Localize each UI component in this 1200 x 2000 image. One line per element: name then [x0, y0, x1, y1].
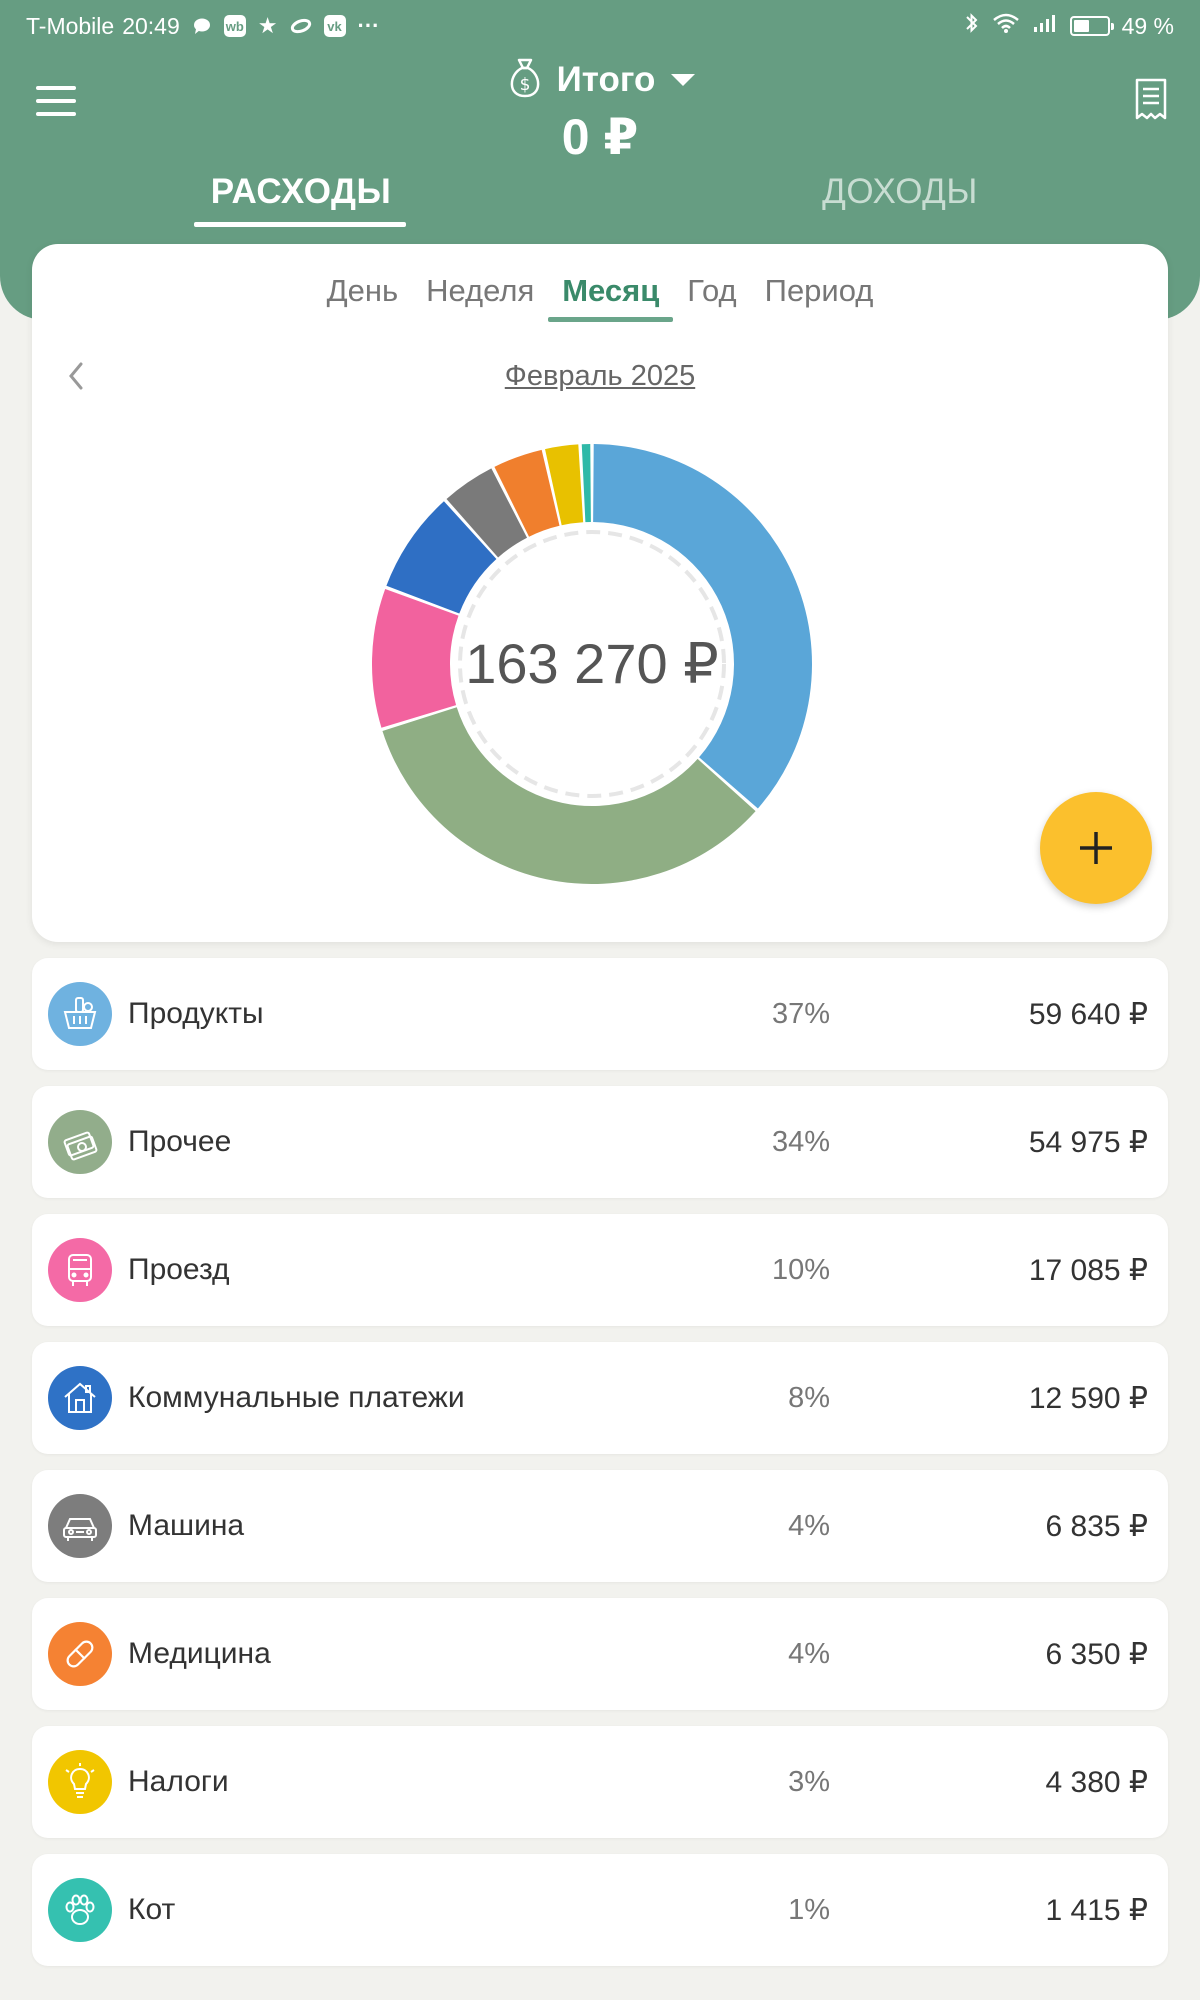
category-name: Продукты [128, 997, 264, 1030]
tab-income[interactable]: ДОХОДЫ [795, 172, 1005, 212]
money-bag-icon: $ [505, 56, 545, 105]
vk-app-icon: vk [323, 15, 346, 37]
chart-card: День Неделя Месяц Год Период Февраль 202… [32, 244, 1168, 942]
lightbulb-icon [48, 1750, 112, 1814]
battery-percent: 49 % [1121, 12, 1174, 39]
category-percent: 3% [788, 1765, 830, 1798]
star-icon: ★ [257, 13, 278, 38]
chat-bubble-icon [192, 15, 212, 37]
house-icon [48, 1366, 112, 1430]
category-name: Прочее [128, 1125, 232, 1158]
category-percent: 37% [771, 997, 830, 1030]
car-icon [48, 1494, 112, 1558]
balance-amount: 0 ₽ [561, 109, 639, 165]
period-tab-day[interactable]: День [313, 274, 413, 322]
category-percent: 4% [788, 1637, 830, 1670]
category-name: Налоги [128, 1765, 229, 1798]
period-tab-year[interactable]: Год [673, 274, 750, 322]
category-amount: 6 350 ₽ [1045, 1637, 1149, 1671]
receipt-icon[interactable] [1134, 78, 1168, 122]
wb-app-icon: wb [223, 15, 246, 37]
battery-fill [1073, 20, 1090, 32]
category-name: Кот [128, 1893, 176, 1926]
wifi-icon [992, 12, 1020, 40]
category-percent: 10% [771, 1253, 830, 1286]
ring-icon [290, 15, 312, 37]
bus-icon [48, 1238, 112, 1302]
category-amount: 6 835 ₽ [1045, 1509, 1149, 1543]
basket-icon [48, 982, 112, 1046]
category-amount: 12 590 ₽ [1028, 1381, 1148, 1415]
money-icon [48, 1110, 112, 1174]
period-tabs: День Неделя Месяц Год Период [32, 274, 1168, 324]
paw-icon [48, 1878, 112, 1942]
category-amount: 4 380 ₽ [1045, 1765, 1149, 1799]
category-name: Машина [128, 1509, 245, 1542]
category-amount: 54 975 ₽ [1028, 1125, 1148, 1159]
category-percent: 34% [771, 1125, 830, 1158]
period-tab-custom[interactable]: Период [751, 274, 888, 322]
category-amount: 17 085 ₽ [1028, 1253, 1148, 1287]
chevron-down-icon [671, 74, 696, 86]
clock: 20:49 [122, 12, 180, 39]
category-row[interactable]: Проезд 10% 17 085 ₽ [32, 1214, 1168, 1326]
expense-donut-chart[interactable]: 163 270 ₽ [372, 444, 812, 884]
period-tab-week[interactable]: Неделя [412, 274, 548, 322]
category-name: Коммунальные платежи [128, 1381, 465, 1414]
month-label[interactable]: Февраль 2025 [32, 360, 1168, 393]
donut-total: 163 270 ₽ [465, 632, 719, 695]
status-left: T-Mobile 20:49 wb ★ vk ··· [26, 13, 379, 40]
tab-active-indicator [194, 222, 406, 227]
category-row[interactable]: Продукты 37% 59 640 ₽ [32, 958, 1168, 1070]
category-percent: 1% [788, 1893, 830, 1926]
category-row[interactable]: Кот 1% 1 415 ₽ [32, 1854, 1168, 1966]
more-notifications-icon: ··· [357, 13, 380, 38]
category-name: Медицина [128, 1637, 271, 1670]
category-amount: 59 640 ₽ [1028, 997, 1148, 1031]
category-percent: 4% [788, 1509, 830, 1542]
status-right: 49 % [964, 11, 1174, 41]
category-percent: 8% [788, 1381, 830, 1414]
bluetooth-icon [964, 11, 980, 41]
category-list: Продукты 37% 59 640 ₽ Прочее 34% 54 975 … [32, 958, 1168, 1982]
battery-icon [1069, 16, 1114, 36]
category-row[interactable]: Прочее 34% 54 975 ₽ [32, 1086, 1168, 1198]
add-expense-button[interactable] [1040, 792, 1152, 904]
category-row[interactable]: Медицина 4% 6 350 ₽ [32, 1598, 1168, 1710]
signal-icon [1032, 12, 1058, 40]
tab-expenses[interactable]: РАСХОДЫ [194, 172, 408, 212]
period-tab-month[interactable]: Месяц [548, 274, 674, 322]
plus-icon [1080, 832, 1112, 864]
account-title: Итого [556, 60, 656, 99]
account-selector[interactable]: $ Итого [0, 54, 1200, 106]
category-row[interactable]: Машина 4% 6 835 ₽ [32, 1470, 1168, 1582]
pill-icon [48, 1622, 112, 1686]
category-row[interactable]: Налоги 3% 4 380 ₽ [32, 1726, 1168, 1838]
category-amount: 1 415 ₽ [1045, 1893, 1149, 1927]
svg-text:$: $ [519, 75, 530, 95]
status-bar: T-Mobile 20:49 wb ★ vk ··· 49 % [0, 0, 1200, 52]
carrier-name: T-Mobile [26, 12, 115, 39]
category-row[interactable]: Коммунальные платежи 8% 12 590 ₽ [32, 1342, 1168, 1454]
category-name: Проезд [128, 1253, 230, 1286]
